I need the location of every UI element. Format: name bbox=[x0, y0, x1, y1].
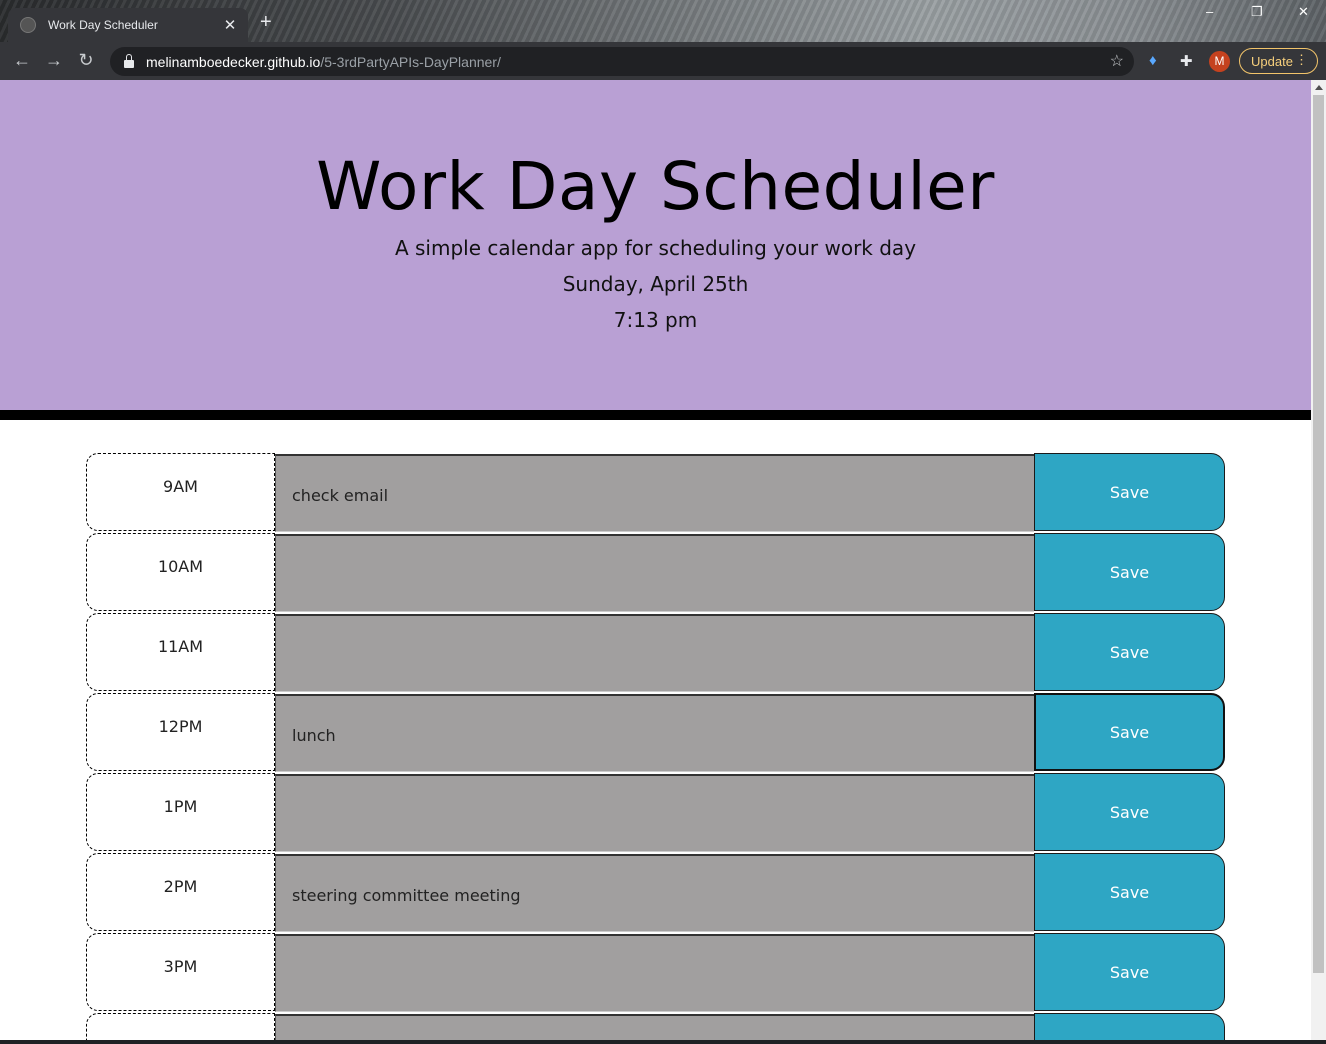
bookmark-star-icon[interactable]: ☆ bbox=[1110, 51, 1124, 71]
page-title: Work Day Scheduler bbox=[316, 148, 995, 225]
event-description-textarea[interactable] bbox=[275, 774, 1034, 852]
time-block-row: 3PM Save bbox=[86, 933, 1226, 1013]
current-time: 7:13 pm bbox=[613, 308, 698, 332]
update-label: Update bbox=[1251, 53, 1293, 69]
browser-tab[interactable]: Work Day Scheduler ✕ bbox=[8, 8, 248, 42]
back-arrow-icon[interactable]: ← bbox=[11, 50, 33, 71]
event-description-textarea[interactable]: steering committee meeting bbox=[275, 854, 1034, 932]
event-description-textarea[interactable] bbox=[275, 534, 1034, 612]
page-subtitle: A simple calendar app for scheduling you… bbox=[394, 236, 917, 260]
tab-title: Work Day Scheduler bbox=[48, 18, 158, 32]
hour-label: 10AM bbox=[86, 533, 275, 611]
maximize-icon[interactable]: ❐ bbox=[1251, 4, 1263, 20]
window-bottom-edge bbox=[0, 1040, 1326, 1044]
event-description-textarea[interactable]: check email bbox=[275, 454, 1034, 532]
hour-label: 1PM bbox=[86, 773, 275, 851]
time-block-row: 11AM Save bbox=[86, 613, 1226, 693]
time-block-row: 2PM steering committee meeting Save bbox=[86, 853, 1226, 933]
save-button[interactable]: Save bbox=[1034, 933, 1225, 1011]
url-host: melinamboedecker.github.io bbox=[146, 53, 321, 70]
event-description-textarea[interactable] bbox=[275, 614, 1034, 692]
extension-gem-icon[interactable]: ♦ bbox=[1149, 52, 1157, 69]
event-description-textarea[interactable]: lunch bbox=[275, 694, 1034, 772]
event-description-textarea[interactable] bbox=[275, 934, 1034, 1012]
current-date: Sunday, April 25th bbox=[562, 272, 749, 296]
save-button[interactable]: Save bbox=[1034, 853, 1225, 931]
page-favicon-icon bbox=[20, 17, 36, 33]
browser-toolbar: ← → ↻ melinamboedecker.github.io/5-3rdPa… bbox=[0, 42, 1326, 80]
hour-label: 3PM bbox=[86, 933, 275, 1011]
close-window-icon[interactable]: ✕ bbox=[1298, 4, 1309, 20]
page-viewport: Work Day Scheduler A simple calendar app… bbox=[0, 80, 1311, 1040]
event-description-textarea[interactable] bbox=[275, 1014, 1034, 1040]
time-block-row: Save bbox=[86, 1013, 1226, 1040]
profile-avatar[interactable]: M bbox=[1209, 51, 1230, 72]
hour-label: 9AM bbox=[86, 453, 275, 531]
time-block-row: 12PM lunch Save bbox=[86, 693, 1226, 773]
scrollbar-thumb[interactable] bbox=[1313, 95, 1324, 973]
time-block-row: 9AM check email Save bbox=[86, 453, 1226, 533]
save-button[interactable]: Save bbox=[1034, 533, 1225, 611]
address-bar[interactable]: melinamboedecker.github.io/5-3rdPartyAPI… bbox=[110, 47, 1134, 76]
time-block-row: 1PM Save bbox=[86, 773, 1226, 853]
hour-label bbox=[86, 1013, 275, 1040]
reload-icon[interactable]: ↻ bbox=[75, 50, 97, 71]
update-button[interactable]: Update ⋮ bbox=[1239, 48, 1318, 74]
tab-close-icon[interactable]: ✕ bbox=[222, 16, 238, 34]
save-button[interactable]: Save bbox=[1034, 1013, 1225, 1040]
hour-label: 11AM bbox=[86, 613, 275, 691]
minimize-icon[interactable]: – bbox=[1206, 4, 1213, 19]
hour-label: 2PM bbox=[86, 853, 275, 931]
tab-strip: Work Day Scheduler ✕ + – ❐ ✕ bbox=[0, 0, 1326, 42]
more-menu-icon[interactable]: ⋮ bbox=[1295, 52, 1308, 68]
url-path: /5-3rdPartyAPIs-DayPlanner/ bbox=[320, 53, 501, 70]
forward-arrow-icon[interactable]: → bbox=[43, 50, 65, 71]
lock-icon bbox=[124, 53, 134, 68]
hour-label: 12PM bbox=[86, 693, 275, 771]
new-tab-button[interactable]: + bbox=[260, 12, 272, 32]
save-button[interactable]: Save bbox=[1034, 693, 1225, 771]
scroll-up-icon[interactable] bbox=[1315, 85, 1323, 90]
save-button[interactable]: Save bbox=[1034, 773, 1225, 851]
jumbotron-header: Work Day Scheduler A simple calendar app… bbox=[0, 80, 1311, 420]
save-button[interactable]: Save bbox=[1034, 453, 1225, 531]
time-block-row: 10AM Save bbox=[86, 533, 1226, 613]
url-text[interactable]: melinamboedecker.github.io/5-3rdPartyAPI… bbox=[146, 54, 501, 70]
save-button[interactable]: Save bbox=[1034, 613, 1225, 691]
extensions-puzzle-icon[interactable]: ✚ bbox=[1180, 52, 1193, 70]
